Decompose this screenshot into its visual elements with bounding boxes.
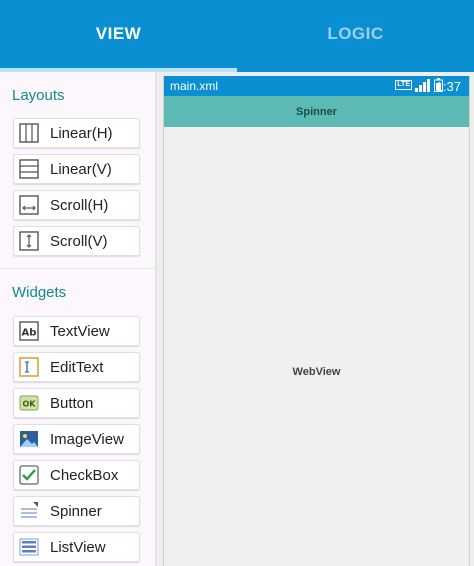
palette-item-listview[interactable]: ListView (13, 532, 140, 562)
palette-item-label: TextView (50, 322, 110, 340)
palette-item-label: Linear(V) (50, 160, 112, 178)
file-name: main.xml (170, 79, 219, 93)
textview-icon: Ab (18, 320, 40, 342)
status-time: 1:37 (435, 79, 461, 94)
palette-item-linear-h[interactable]: Linear(H) (13, 118, 140, 148)
layout-preview: main.xml LTE 1:37 Spinner WebView (163, 76, 470, 566)
palette-item-label: ImageView (50, 430, 124, 448)
lte-badge: LTE (395, 80, 412, 90)
palette-item-spinner[interactable]: Spinner (13, 496, 140, 526)
palette-item-label: ListView (50, 538, 106, 556)
checkbox-icon (18, 464, 40, 486)
svg-text:Ab: Ab (22, 328, 37, 339)
layouts-section-title: Layouts (12, 87, 65, 104)
listview-icon (18, 536, 40, 558)
section-divider (0, 268, 155, 269)
palette-item-label: Linear(H) (50, 124, 113, 142)
linear-horizontal-icon (18, 122, 40, 144)
palette-item-label: CheckBox (50, 466, 119, 484)
webview-label: WebView (292, 366, 341, 378)
palette-item-button[interactable]: OK Button (13, 388, 140, 418)
palette-item-textview[interactable]: Ab TextView (13, 316, 140, 346)
tab-logic[interactable]: LOGIC (237, 0, 474, 68)
linear-vertical-icon (18, 158, 40, 180)
spinner-widget[interactable]: Spinner (164, 96, 469, 127)
scroll-horizontal-icon (18, 194, 40, 216)
edittext-icon (18, 356, 40, 378)
svg-text:OK: OK (23, 400, 37, 409)
palette-item-label: EditText (50, 358, 104, 376)
palette-item-linear-v[interactable]: Linear(V) (13, 154, 140, 184)
widget-palette: Layouts Linear(H) Linear(V) Scroll(H) Sc… (0, 72, 155, 566)
imageview-icon (18, 428, 40, 450)
palette-item-label: Spinner (50, 502, 102, 520)
widgets-section-title: Widgets (12, 284, 67, 301)
spinner-label: Spinner (296, 105, 337, 118)
palette-divider (155, 72, 157, 566)
palette-item-label: Scroll(V) (50, 232, 108, 250)
button-icon: OK (18, 392, 40, 414)
palette-item-checkbox[interactable]: CheckBox (13, 460, 140, 490)
palette-item-edittext[interactable]: EditText (13, 352, 140, 382)
spinner-icon (18, 500, 40, 522)
editor-tab-bar: VIEW LOGIC (0, 0, 474, 72)
palette-item-imageview[interactable]: ImageView (13, 424, 140, 454)
palette-item-scroll-h[interactable]: Scroll(H) (13, 190, 140, 220)
preview-status-bar: main.xml LTE 1:37 (164, 76, 469, 96)
tab-view[interactable]: VIEW (0, 0, 237, 68)
palette-item-scroll-v[interactable]: Scroll(V) (13, 226, 140, 256)
palette-item-label: Scroll(H) (50, 196, 109, 214)
palette-item-label: Button (50, 394, 94, 412)
scroll-vertical-icon (18, 230, 40, 252)
signal-icon (415, 79, 430, 92)
